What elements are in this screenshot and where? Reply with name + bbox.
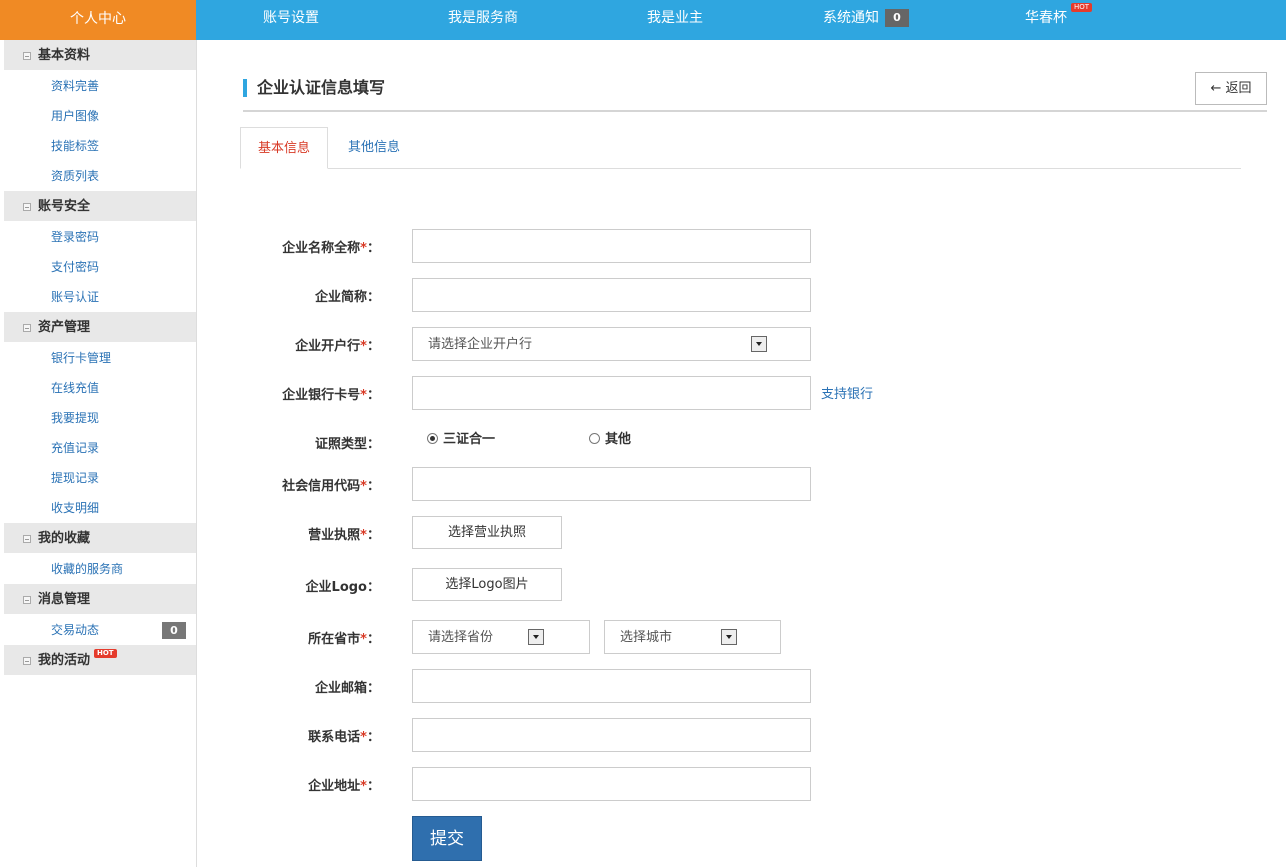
sidebar-group-label: 我的活动 — [38, 653, 91, 668]
sidebar-group-label: 资产管理 — [38, 320, 91, 335]
page-title: 企业认证信息填写 — [243, 78, 385, 98]
province-select-value: 请选择省份 — [428, 630, 494, 645]
sidebar-group-account-security[interactable]: 账号安全 — [4, 191, 196, 222]
sidebar-group-assets[interactable]: 资产管理 — [4, 312, 196, 343]
city-select[interactable]: 选择城市 — [604, 620, 781, 654]
top-nav-bar: 个人中心 账号设置 我是服务商 我是业主 系统通知 0 华春杯 HOT — [0, 0, 1286, 40]
submit-button[interactable]: 提交 — [412, 816, 482, 861]
collapse-icon — [23, 324, 31, 332]
sidebar-item-withdraw[interactable]: 我要提现 — [4, 403, 196, 433]
label-phone: 联系电话*： — [308, 730, 380, 745]
sidebar-item-trade-updates[interactable]: 交易动态 0 — [4, 615, 196, 645]
collapse-icon — [23, 52, 31, 60]
sidebar: 基本资料 资料完善 用户图像 技能标签 资质列表 账号安全 登录密码 支付密码 … — [4, 40, 197, 867]
sidebar-group-favorites[interactable]: 我的收藏 — [4, 523, 196, 554]
bank-select-value: 请选择企业开户行 — [428, 337, 533, 352]
province-select[interactable]: 请选择省份 — [412, 620, 590, 654]
sidebar-item-profile-complete[interactable]: 资料完善 — [4, 71, 196, 101]
hot-badge-activities: HOT — [94, 649, 117, 658]
label-company-name: 企业名称全称*： — [282, 241, 380, 256]
select-license-button[interactable]: 选择营业执照 — [412, 516, 562, 549]
sidebar-group-basic-info[interactable]: 基本资料 — [4, 40, 196, 71]
nav-owner[interactable]: 我是业主 — [647, 0, 703, 40]
nav-personal-center[interactable]: 个人中心 — [0, 0, 196, 40]
sidebar-group-label: 消息管理 — [38, 592, 91, 607]
sidebar-group-label: 账号安全 — [38, 199, 91, 214]
label-bank-card: 企业银行卡号*： — [282, 388, 380, 403]
bank-card-input[interactable] — [412, 376, 811, 410]
company-name-input[interactable] — [412, 229, 811, 263]
nav-system-notice-label: 系统通知 — [823, 10, 879, 26]
company-short-input[interactable] — [412, 278, 811, 312]
phone-input[interactable] — [412, 718, 811, 752]
chevron-down-icon — [528, 629, 544, 645]
radio-checked-icon — [427, 433, 438, 444]
label-region: 所在省市*： — [308, 632, 380, 647]
radio-unchecked-icon — [589, 433, 600, 444]
select-logo-button[interactable]: 选择Logo图片 — [412, 568, 562, 601]
main-content: 企业认证信息填写 ← 返回 基本信息 其他信息 企业名称全称*： 企业简称： 企… — [197, 40, 1286, 867]
sidebar-item-recharge-records[interactable]: 充值记录 — [4, 433, 196, 463]
label-company-short: 企业简称： — [314, 290, 380, 305]
sidebar-item-login-password[interactable]: 登录密码 — [4, 222, 196, 252]
support-bank-link[interactable]: 支持银行 — [821, 383, 873, 402]
collapse-icon — [23, 203, 31, 211]
label-bank: 企业开户行*： — [295, 339, 380, 354]
sidebar-item-bank-cards[interactable]: 银行卡管理 — [4, 343, 196, 373]
sidebar-item-withdraw-records[interactable]: 提现记录 — [4, 463, 196, 493]
nav-system-notice[interactable]: 系统通知 0 — [823, 0, 909, 40]
radio-other[interactable]: 其他 — [589, 428, 631, 447]
sidebar-item-user-avatar[interactable]: 用户图像 — [4, 101, 196, 131]
nav-account-settings[interactable]: 账号设置 — [263, 0, 319, 40]
label-logo: 企业Logo： — [305, 580, 380, 595]
chevron-down-icon — [721, 629, 737, 645]
radio-three-in-one[interactable]: 三证合一 — [427, 428, 495, 447]
sidebar-item-favorite-providers[interactable]: 收藏的服务商 — [4, 554, 196, 584]
collapse-icon — [23, 657, 31, 665]
back-button[interactable]: ← 返回 — [1195, 72, 1267, 105]
sidebar-item-skill-tags[interactable]: 技能标签 — [4, 131, 196, 161]
label-business-license: 营业执照*： — [308, 528, 380, 543]
sidebar-item-account-verify[interactable]: 账号认证 — [4, 282, 196, 312]
sidebar-item-income-expense[interactable]: 收支明细 — [4, 493, 196, 523]
sidebar-group-label: 我的收藏 — [38, 531, 91, 546]
chevron-down-icon — [751, 336, 767, 352]
sidebar-item-pay-password[interactable]: 支付密码 — [4, 252, 196, 282]
label-credit-code: 社会信用代码*： — [282, 479, 380, 494]
tab-other-info[interactable]: 其他信息 — [328, 127, 420, 169]
collapse-icon — [23, 596, 31, 604]
trade-updates-count-badge: 0 — [162, 622, 186, 639]
form-tabs: 基本信息 其他信息 — [240, 127, 1241, 169]
label-license-type: 证照类型： — [314, 437, 380, 452]
credit-code-input[interactable] — [412, 467, 811, 501]
sidebar-item-qualifications[interactable]: 资质列表 — [4, 161, 196, 191]
sidebar-group-label: 基本资料 — [38, 48, 91, 63]
city-select-value: 选择城市 — [620, 630, 673, 645]
hot-badge-user: HOT — [1071, 3, 1093, 12]
email-input[interactable] — [412, 669, 811, 703]
sidebar-item-label: 交易动态 — [51, 623, 100, 637]
sidebar-item-online-recharge[interactable]: 在线充值 — [4, 373, 196, 403]
address-input[interactable] — [412, 767, 811, 801]
bank-select[interactable]: 请选择企业开户行 — [412, 327, 811, 361]
sidebar-group-messages[interactable]: 消息管理 — [4, 584, 196, 615]
sidebar-group-activities[interactable]: 我的活动 HOT — [4, 645, 196, 676]
nav-user-menu[interactable]: 华春杯 — [1025, 0, 1067, 40]
tab-basic-info[interactable]: 基本信息 — [240, 127, 328, 169]
title-divider — [243, 110, 1267, 112]
collapse-icon — [23, 535, 31, 543]
label-address: 企业地址*： — [308, 779, 380, 794]
notice-count-badge: 0 — [885, 9, 909, 27]
label-email: 企业邮箱： — [314, 681, 380, 696]
nav-service-provider[interactable]: 我是服务商 — [448, 0, 518, 40]
